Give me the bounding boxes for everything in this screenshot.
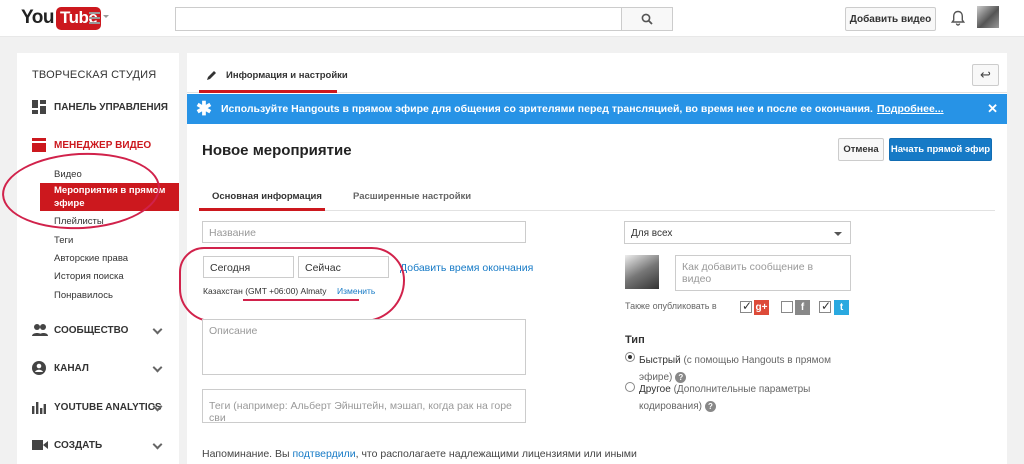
type-other-radio[interactable] (625, 382, 635, 392)
sidebar-item-create[interactable]: СОЗДАТЬ (17, 433, 179, 457)
guide-menu-icon[interactable] (89, 12, 109, 24)
chevron-down-icon (152, 439, 163, 450)
type-other-label: Другое (639, 384, 671, 395)
sidebar-sub-tags[interactable]: Теги (54, 235, 73, 246)
title-input[interactable]: Название (202, 221, 526, 243)
banner-text: Используйте Hangouts в прямом эфире для … (221, 103, 944, 115)
description-input[interactable]: Описание (202, 319, 526, 375)
google-plus-icon: g+ (754, 300, 769, 315)
sidebar-sub-liked[interactable]: Понравилось (54, 290, 113, 301)
channel-avatar (625, 255, 659, 289)
sidebar-item-label: СОЗДАТЬ (54, 439, 103, 451)
google-plus-checkbox[interactable]: ✓ (740, 299, 752, 313)
type-heading: Тип (625, 334, 645, 346)
cancel-button[interactable]: Отмена (838, 138, 884, 161)
tab-advanced-settings[interactable]: Расширенные настройки (353, 191, 471, 202)
main-panel: Информация и настройки ↩ ✱ Используйте H… (179, 53, 1007, 464)
facebook-icon: f (795, 300, 810, 315)
bell-icon[interactable] (951, 10, 965, 26)
subtab-active-indicator (199, 208, 325, 211)
tab-basic-info[interactable]: Основная информация (212, 191, 322, 202)
avatar[interactable] (977, 6, 999, 28)
channel-icon (32, 361, 46, 375)
sidebar: ТВОРЧЕСКАЯ СТУДИЯ ПАНЕЛЬ УПРАВЛЕНИЯ МЕНЕ… (17, 53, 179, 464)
sidebar-item-label: МЕНЕДЖЕР ВИДЕО (54, 139, 152, 151)
pencil-icon (207, 71, 216, 80)
type-other-option: Другое (Дополнительные параметры кодиров… (639, 381, 849, 415)
sidebar-item-label: YOUTUBE ANALYTICS (54, 401, 162, 413)
sidebar-item-analytics[interactable]: YOUTUBE ANALYTICS (17, 395, 179, 419)
video-manager-icon (32, 138, 46, 152)
sidebar-sub-search-history[interactable]: История поиска (54, 271, 124, 282)
tab-active-indicator (199, 90, 337, 93)
add-end-time-link[interactable]: Добавить время окончания (400, 262, 533, 274)
facebook-checkbox[interactable] (781, 301, 793, 313)
privacy-value: Для всех (631, 228, 673, 239)
close-icon[interactable]: ✕ (987, 101, 998, 117)
sidebar-item-channel[interactable]: КАНАЛ (17, 356, 179, 380)
search-button[interactable] (621, 7, 673, 31)
type-fast-label: Быстрый (639, 355, 681, 366)
sidebar-item-community[interactable]: СООБЩЕСТВО (17, 318, 179, 342)
community-icon (32, 323, 48, 337)
help-icon[interactable]: ? (705, 401, 716, 412)
sidebar-item-dashboard[interactable]: ПАНЕЛЬ УПРАВЛЕНИЯ (17, 95, 179, 119)
chevron-down-icon (152, 324, 163, 335)
search-input[interactable] (175, 7, 622, 31)
tab-label: Информация и настройки (226, 69, 348, 81)
studio-title: ТВОРЧЕСКАЯ СТУДИЯ (32, 69, 157, 81)
tags-input[interactable]: Теги (например: Альберт Эйнштейн, мэшап,… (202, 389, 526, 424)
logo-you-text: You (21, 7, 54, 28)
type-fast-radio[interactable] (625, 352, 635, 362)
analytics-icon (32, 400, 46, 414)
chevron-down-icon (152, 362, 163, 373)
privacy-select[interactable]: Для всех (624, 221, 851, 244)
sidebar-item-label: СООБЩЕСТВО (54, 324, 129, 336)
dashboard-icon (32, 100, 46, 114)
chevron-down-icon (834, 232, 842, 240)
page-title: Новое мероприятие (202, 142, 352, 159)
annotation-underline (243, 299, 359, 301)
star-icon: ✱ (196, 98, 212, 120)
hangouts-banner: ✱ Используйте Hangouts в прямом эфире дл… (187, 94, 1007, 124)
sidebar-sub-copyright[interactable]: Авторские права (54, 253, 128, 264)
upload-button[interactable]: Добавить видео (845, 7, 936, 31)
reminder-link[interactable]: подтвердили (292, 448, 355, 460)
twitter-icon: t (834, 300, 849, 315)
annotation-ellipse (179, 247, 405, 322)
sidebar-item-label: КАНАЛ (54, 362, 89, 374)
twitter-checkbox[interactable]: ✓ (819, 299, 831, 313)
reminder-suffix: , что располагаете надлежащими лицензиям… (355, 448, 637, 460)
search-icon (641, 13, 653, 25)
reminder-prefix: Напоминание. Вы (202, 448, 290, 460)
type-fast-desc: (с помощью Hangouts в прямом (683, 355, 831, 366)
banner-message: Используйте Hangouts в прямом эфире для … (221, 103, 873, 115)
reminder-text: Напоминание. Вы подтвердили, что распола… (202, 448, 637, 460)
create-icon (32, 438, 48, 452)
go-live-button[interactable]: Начать прямой эфир (889, 138, 992, 161)
sidebar-item-label: ПАНЕЛЬ УПРАВЛЕНИЯ (54, 101, 168, 113)
sub-tabs: Основная информация Расширенные настройк… (199, 185, 995, 211)
banner-more-link[interactable]: Подробнее... (877, 103, 944, 115)
type-other-desc: (Дополнительные параметры (673, 384, 811, 395)
back-arrow-icon[interactable]: ↩ (972, 64, 999, 86)
tab-bar: Информация и настройки ↩ (187, 53, 1007, 93)
tab-info-settings[interactable]: Информация и настройки (206, 69, 348, 81)
top-bar: You Tube Добавить видео (0, 0, 1024, 37)
also-publish-label: Также опубликовать в (625, 301, 717, 311)
type-other-desc-cont: кодирования) (639, 401, 702, 412)
message-input[interactable]: Как добавить сообщение в видео (675, 255, 851, 291)
